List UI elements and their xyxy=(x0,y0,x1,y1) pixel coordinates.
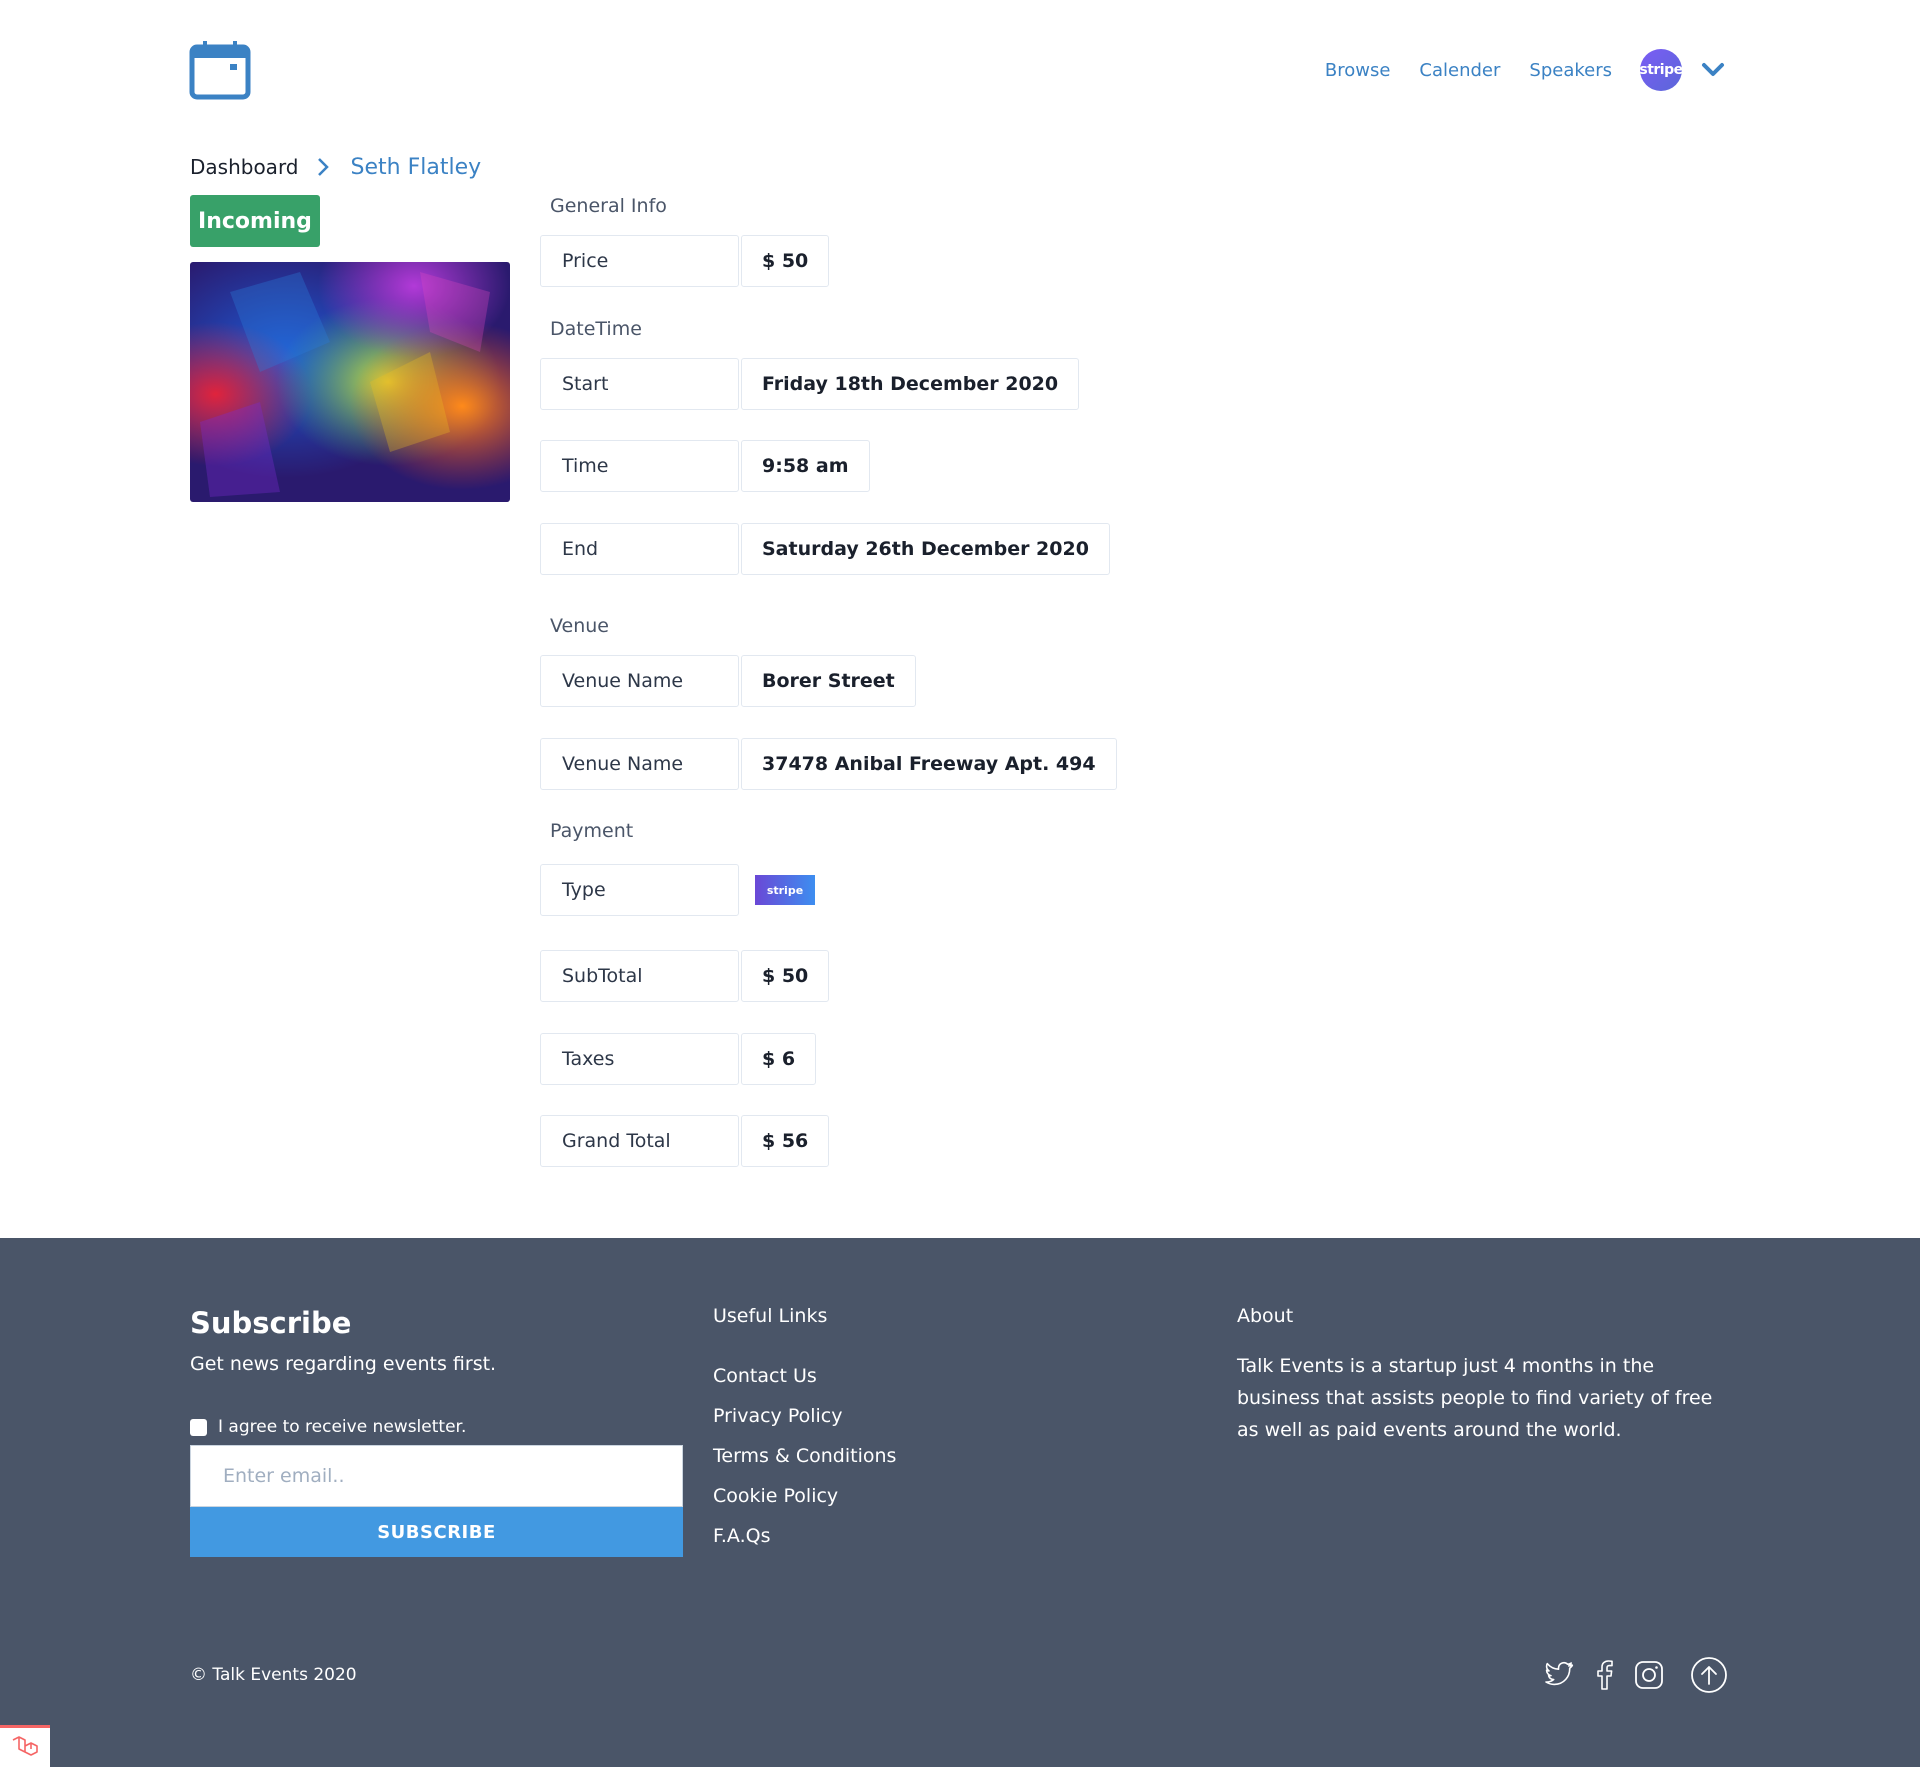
subscribe-text: Get news regarding events first. xyxy=(190,1353,497,1375)
price-value: $ 50 xyxy=(741,235,830,287)
nav-browse[interactable]: Browse xyxy=(1325,60,1391,81)
payment-type-row: Type stripe xyxy=(540,864,835,916)
subtotal-label: SubTotal xyxy=(540,950,739,1002)
payment-type-value: stripe xyxy=(741,864,835,916)
subtotal-value: $ 50 xyxy=(741,950,830,1002)
price-row: Price $ 50 xyxy=(540,235,830,287)
stripe-logo: stripe xyxy=(755,875,815,905)
subtotal-row: SubTotal $ 50 xyxy=(540,950,830,1002)
arrow-up-icon[interactable] xyxy=(1690,1656,1728,1694)
useful-links-title: Useful Links xyxy=(713,1305,828,1327)
nav-calender[interactable]: Calender xyxy=(1419,60,1500,81)
time-row: Time 9:58 am xyxy=(540,440,870,492)
end-value: Saturday 26th December 2020 xyxy=(741,523,1110,575)
section-payment: Payment xyxy=(550,820,634,842)
chevron-right-icon xyxy=(317,157,331,177)
link-cookie-policy[interactable]: Cookie Policy xyxy=(713,1484,896,1524)
nav-speakers[interactable]: Speakers xyxy=(1529,60,1612,81)
link-privacy-policy[interactable]: Privacy Policy xyxy=(713,1404,896,1444)
useful-links: Contact Us Privacy Policy Terms & Condit… xyxy=(713,1364,896,1564)
social-links xyxy=(1524,1656,1728,1694)
end-label: End xyxy=(540,523,739,575)
taxes-row: Taxes $ 6 xyxy=(540,1033,817,1085)
about-text: Talk Events is a startup just 4 months i… xyxy=(1237,1355,1713,1441)
breadcrumb-current: Seth Flatley xyxy=(350,154,482,180)
grand-total-label: Grand Total xyxy=(540,1115,739,1167)
venue-name-value: Borer Street xyxy=(741,655,916,707)
newsletter-checkbox[interactable] xyxy=(190,1418,207,1436)
footer: Subscribe Get news regarding events firs… xyxy=(0,1238,1920,1767)
start-row: Start Friday 18th December 2020 xyxy=(540,358,1080,410)
top-nav: Browse Calender Speakers stripe xyxy=(1325,47,1726,93)
grand-total-row: Grand Total $ 56 xyxy=(540,1115,830,1167)
link-faqs[interactable]: F.A.Qs xyxy=(713,1524,896,1564)
venue-address-value: 37478 Anibal Freeway Apt. 494 xyxy=(741,738,1117,790)
taxes-label: Taxes xyxy=(540,1033,739,1085)
venue-name-label: Venue Name xyxy=(540,655,739,707)
taxes-value: $ 6 xyxy=(741,1033,817,1085)
section-general-info: General Info xyxy=(550,195,667,217)
laravel-icon[interactable] xyxy=(0,1725,50,1767)
avatar[interactable]: stripe xyxy=(1639,49,1683,91)
grand-total-value: $ 56 xyxy=(741,1115,830,1167)
chevron-down-icon[interactable] xyxy=(1700,57,1726,83)
copyright: © Talk Events 2020 xyxy=(190,1665,357,1685)
link-terms-conditions[interactable]: Terms & Conditions xyxy=(713,1444,896,1484)
email-input[interactable]: Enter email.. xyxy=(190,1445,683,1507)
time-label: Time xyxy=(540,440,739,492)
link-contact-us[interactable]: Contact Us xyxy=(713,1364,896,1404)
end-row: End Saturday 26th December 2020 xyxy=(540,523,1110,575)
subscribe-title: Subscribe xyxy=(190,1306,352,1340)
breadcrumb-dashboard[interactable]: Dashboard xyxy=(190,155,299,179)
newsletter-agree: I agree to receive newsletter. xyxy=(190,1417,466,1437)
section-datetime: DateTime xyxy=(550,318,642,340)
newsletter-agree-label: I agree to receive newsletter. xyxy=(218,1417,467,1437)
start-value: Friday 18th December 2020 xyxy=(741,358,1080,410)
section-venue: Venue xyxy=(550,615,609,637)
twitter-icon[interactable] xyxy=(1544,1661,1574,1689)
event-image xyxy=(190,262,510,502)
venue-name-row: Venue Name Borer Street xyxy=(540,655,916,707)
instagram-icon[interactable] xyxy=(1634,1660,1664,1690)
venue-address-row: Venue Name 37478 Anibal Freeway Apt. 494 xyxy=(540,738,1117,790)
calendar-logo-icon[interactable] xyxy=(189,40,251,100)
breadcrumb: Dashboard Seth Flatley xyxy=(190,152,481,182)
facebook-icon[interactable] xyxy=(1594,1660,1614,1690)
payment-type-label: Type xyxy=(540,864,739,916)
subscribe-button[interactable]: SUBSCRIBE xyxy=(190,1507,683,1557)
price-label: Price xyxy=(540,235,739,287)
status-badge: Incoming xyxy=(190,195,320,247)
venue-address-label: Venue Name xyxy=(540,738,739,790)
time-value: 9:58 am xyxy=(741,440,870,492)
start-label: Start xyxy=(540,358,739,410)
about-title: About xyxy=(1237,1305,1294,1327)
